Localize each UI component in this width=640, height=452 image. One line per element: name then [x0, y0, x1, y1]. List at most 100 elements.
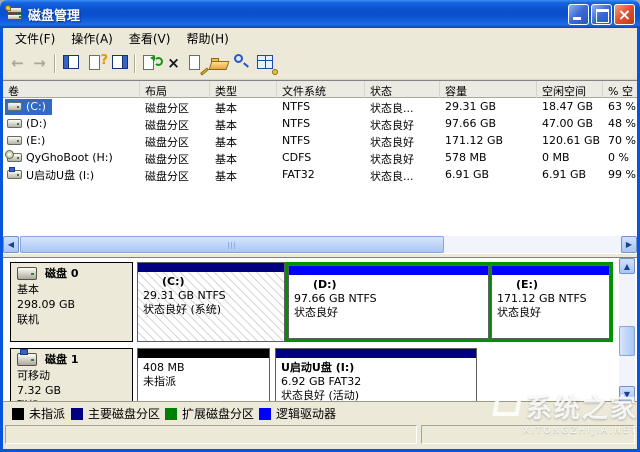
- volume-row-h[interactable]: QyGhoBoot (H:) 磁盘分区 基本 CDFS 状态良好 578 MB …: [3, 149, 637, 166]
- partition-status: 未指派: [138, 375, 269, 389]
- disk-0-row: 磁盘 0 基本 298.09 GB 联机 (C:) 29.31 GB NTFS …: [3, 262, 637, 342]
- toolbar: ← → ? ×: [3, 48, 637, 80]
- volume-free: 6.91 GB: [537, 166, 603, 183]
- volume-layout: 磁盘分区: [140, 166, 210, 183]
- help-icon[interactable]: ?: [86, 52, 107, 75]
- volume-capacity: 29.31 GB: [440, 98, 537, 115]
- volume-type: 基本: [210, 98, 277, 115]
- volume-filesystem: NTFS: [277, 115, 365, 132]
- toolbar-separator: [134, 54, 136, 73]
- scroll-right-icon[interactable]: ▶: [621, 236, 637, 253]
- back-icon[interactable]: ←: [7, 52, 28, 75]
- volume-filesystem: CDFS: [277, 149, 365, 166]
- window-body: 文件(F) 操作(A) 查看(V) 帮助(H) ← → ? × 卷 布局: [0, 28, 640, 452]
- column-header-free-space[interactable]: 空闲空间: [537, 81, 603, 98]
- legend-swatch-primary: [71, 408, 83, 420]
- volume-percent-free: 99 %: [603, 166, 637, 183]
- volume-percent-free: 48 %: [603, 115, 637, 132]
- disk-icon: [17, 267, 37, 280]
- volume-percent-free: 63 %: [603, 98, 637, 115]
- forward-icon[interactable]: →: [29, 52, 50, 75]
- disk-kind: 可移动: [17, 368, 132, 383]
- column-header-status[interactable]: 状态: [365, 81, 440, 98]
- open-folder-icon[interactable]: [209, 52, 230, 75]
- console-options-icon[interactable]: [255, 52, 276, 75]
- partition-d[interactable]: (D:) 97.66 GB NTFS 状态良好: [288, 265, 489, 339]
- partition-status: 状态良好: [289, 306, 488, 320]
- unallocated-space[interactable]: 408 MB 未指派: [137, 348, 270, 401]
- window-title: 磁盘管理: [28, 5, 80, 24]
- column-header-type[interactable]: 类型: [210, 81, 277, 98]
- column-header-layout[interactable]: 布局: [140, 81, 210, 98]
- legend-label: 主要磁盘分区: [88, 405, 160, 422]
- vertical-scrollbar-thumb[interactable]: [619, 326, 635, 356]
- menu-view[interactable]: 查看(V): [121, 28, 179, 49]
- hard-drive-icon: [7, 119, 22, 128]
- scroll-up-icon[interactable]: ▲: [619, 258, 635, 274]
- minimize-button[interactable]: [568, 4, 589, 25]
- cd-drive-icon: [7, 153, 22, 162]
- extended-partition-container: (D:) 97.66 GB NTFS 状态良好 (E:) 171.12 GB N…: [285, 262, 613, 342]
- partition-status: 状态良好 (系统): [138, 303, 284, 317]
- volume-type: 基本: [210, 166, 277, 183]
- scroll-down-icon[interactable]: ▼: [619, 386, 635, 401]
- close-button[interactable]: [614, 4, 635, 25]
- menu-file[interactable]: 文件(F): [7, 28, 63, 49]
- disk-name: 磁盘 0: [45, 266, 78, 281]
- status-panel-right: [421, 425, 635, 444]
- legend-label: 扩展磁盘分区: [182, 405, 254, 422]
- legend: 未指派 主要磁盘分区 扩展磁盘分区 逻辑驱动器: [3, 401, 637, 421]
- menubar: 文件(F) 操作(A) 查看(V) 帮助(H): [3, 28, 637, 48]
- disk-0-info-panel[interactable]: 磁盘 0 基本 298.09 GB 联机: [10, 262, 133, 342]
- menu-help[interactable]: 帮助(H): [178, 28, 236, 49]
- legend-label: 逻辑驱动器: [276, 405, 336, 422]
- toolbar-separator: [54, 54, 56, 73]
- volume-row-i[interactable]: U启动U盘 (I:) 磁盘分区 基本 FAT32 状态良... 6.91 GB …: [3, 166, 637, 183]
- volume-free: 18.47 GB: [537, 98, 603, 115]
- partition-label: (E:): [492, 278, 609, 292]
- column-header-volume[interactable]: 卷: [3, 81, 140, 98]
- column-header-filesystem[interactable]: 文件系统: [277, 81, 365, 98]
- column-header-percent-free[interactable]: % 空: [603, 81, 637, 98]
- partition-status: 状态良好 (活动): [276, 389, 476, 401]
- partition-e[interactable]: (E:) 171.12 GB NTFS 状态良好: [491, 265, 610, 339]
- search-icon[interactable]: [231, 52, 252, 75]
- volume-percent-free: 70 %: [603, 132, 637, 149]
- menu-action[interactable]: 操作(A): [63, 28, 121, 49]
- partition-i[interactable]: U启动U盘 (I:) 6.92 GB FAT32 状态良好 (活动): [275, 348, 477, 401]
- column-header-capacity[interactable]: 容量: [440, 81, 537, 98]
- partition-color-bar: [138, 263, 284, 272]
- partition-size-fs: 97.66 GB NTFS: [289, 292, 488, 306]
- volume-row-c[interactable]: (C:) 磁盘分区 基本 NTFS 状态良... 29.31 GB 18.47 …: [3, 98, 637, 115]
- partition-label: U启动U盘 (I:): [276, 361, 476, 375]
- partition-color-bar: [289, 266, 488, 275]
- refresh-icon[interactable]: [140, 52, 161, 75]
- legend-label: 未指派: [29, 405, 65, 422]
- disk-1-info-panel[interactable]: 磁盘 1 可移动 7.32 GB 联机: [10, 348, 133, 401]
- partition-c[interactable]: (C:) 29.31 GB NTFS 状态良好 (系统): [137, 262, 285, 342]
- properties-icon[interactable]: [186, 52, 207, 75]
- usb-drive-icon: [7, 170, 22, 179]
- disk-name: 磁盘 1: [45, 352, 78, 367]
- hard-drive-icon: [7, 102, 22, 111]
- vertical-scrollbar[interactable]: ▲ ▼: [619, 258, 635, 401]
- partition-color-bar: [138, 349, 269, 358]
- hard-drive-icon: [7, 136, 22, 145]
- partition-label: (D:): [289, 278, 488, 292]
- horizontal-scrollbar-thumb[interactable]: [20, 236, 444, 253]
- volume-name: U启动U盘 (I:): [26, 167, 94, 183]
- horizontal-scrollbar[interactable]: ◀ ▶: [3, 236, 637, 253]
- volume-status: 状态良...: [365, 166, 440, 183]
- volume-free: 47.00 GB: [537, 115, 603, 132]
- partition-size-fs: 6.92 GB FAT32: [276, 375, 476, 389]
- volume-row-e[interactable]: (E:) 磁盘分区 基本 NTFS 状态良好 171.12 GB 120.61 …: [3, 132, 637, 149]
- volume-name: (D:): [26, 117, 47, 130]
- show-console-tree-icon[interactable]: [61, 52, 82, 75]
- scroll-left-icon[interactable]: ◀: [3, 236, 19, 253]
- delete-icon[interactable]: ×: [163, 52, 184, 75]
- show-panes-icon[interactable]: [110, 52, 131, 75]
- maximize-button[interactable]: [591, 4, 612, 25]
- volume-capacity: 97.66 GB: [440, 115, 537, 132]
- volume-row-d[interactable]: (D:) 磁盘分区 基本 NTFS 状态良好 97.66 GB 47.00 GB…: [3, 115, 637, 132]
- volume-status: 状态良好: [365, 149, 440, 166]
